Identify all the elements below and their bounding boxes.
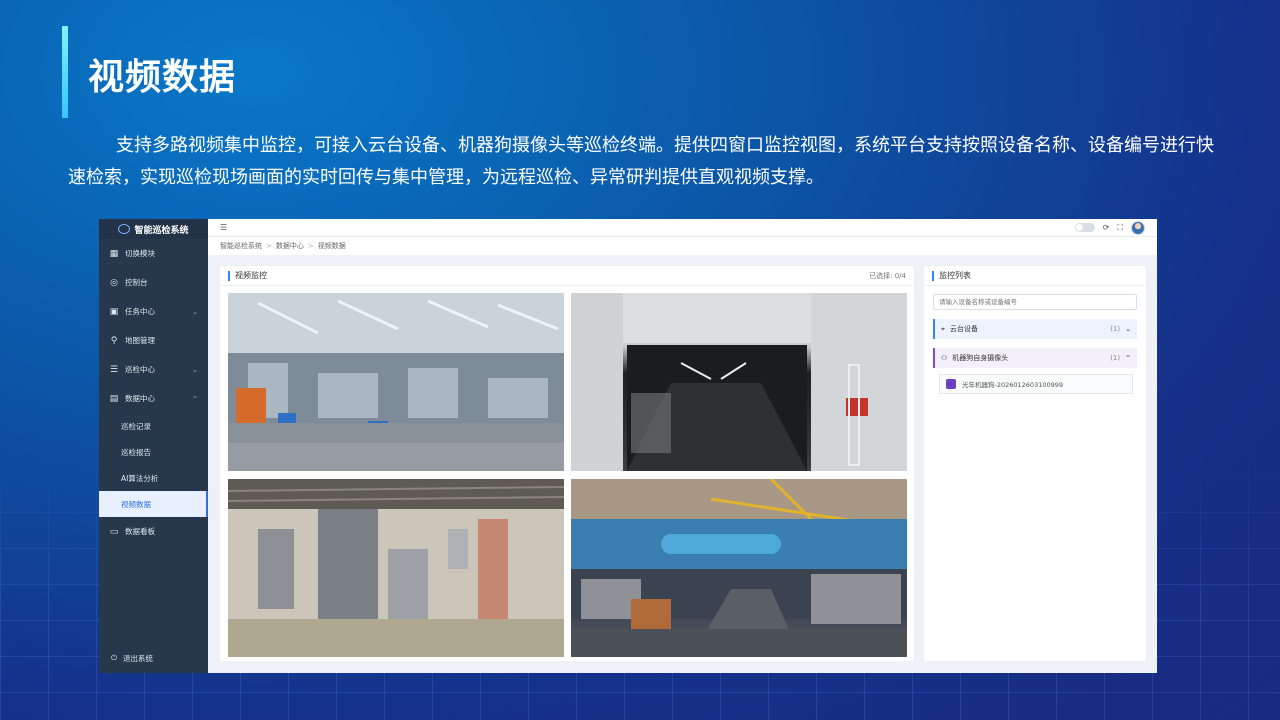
sidebar-item-inspection-center[interactable]: ☰ 巡检中心 ⌄ [99,355,208,384]
video-panel-header: 视频监控 已选择: 0/4 [220,266,914,286]
group-count: (1) [1110,325,1121,333]
brand: 智能巡检系统 [99,219,208,239]
chevron-up-icon: ⌃ [1125,354,1131,362]
map-pin-icon: ⚲ [110,335,118,346]
title-accent-bar [62,26,68,118]
sidebar-item-label: 数据中心 [125,394,155,403]
top-bar: ☰ ⟳ ⛶ [208,219,1157,237]
device-name: 光年机器狗-2026012603100999 [962,381,1064,389]
power-icon: ⏻ [111,653,117,662]
chevron-down-icon: ⌄ [1125,325,1131,333]
breadcrumb-item[interactable]: 智能巡检系统 [220,241,262,251]
theme-toggle[interactable] [1074,223,1095,232]
logout-label: 退出系统 [122,653,153,663]
chart-icon: ▤ [109,393,119,404]
chevron-down-icon: ⌄ [192,307,198,316]
video-monitor-panel: 视频监控 已选择: 0/4 [220,266,914,661]
sidebar-item-label: 巡检中心 [125,365,155,374]
sidebar-item-label: 控制台 [125,278,148,287]
sidebar-item-console[interactable]: ◎ 控制台 [99,268,208,297]
sidebar-sub-inspection-records[interactable]: 巡检记录 [99,413,208,439]
sidebar-item-label: 切换模块 [125,249,155,258]
breadcrumb-item[interactable]: 数据中心 [276,241,304,251]
sidebar-sub-video-data[interactable]: 视频数据 [99,491,208,517]
calendar-icon: ▣ [109,306,119,317]
video-panel-title: 视频监控 [235,271,267,280]
factory-floor-scene [228,293,564,471]
logout-button[interactable]: ⏻ 退出系统 [99,647,208,669]
group-count: (1) [1110,354,1121,362]
sidebar-item-map[interactable]: ⚲ 地图管理 [99,326,208,355]
sidebar-sub-ai-analysis[interactable]: AI算法分析 [99,465,208,491]
electrical-room-scene [228,479,564,657]
video-feed-factory-floor[interactable] [228,293,564,471]
device-search-input[interactable] [933,294,1137,310]
selected-count: 已选择: 0/4 [869,271,906,280]
device-item[interactable]: 光年机器狗-2026012603100999 [939,374,1133,394]
robot-dog-icon: ⚇ [941,354,948,362]
grid-icon: ▦ [109,248,119,259]
sidebar-sub-inspection-reports[interactable]: 巡检报告 [99,439,208,465]
group-label: 机器狗自身摄像头 [952,354,1009,362]
list-icon: ☰ [109,364,119,375]
dashboard-icon: ◎ [110,277,118,288]
menu-toggle-icon[interactable]: ☰ [220,223,227,232]
fullscreen-icon[interactable]: ⛶ [1117,223,1123,233]
sidebar-item-label: 任务中心 [125,307,155,316]
monitor-panel-title: 监控列表 [939,271,971,280]
breadcrumb-item: 视频数据 [317,242,346,250]
app-window: 智能巡检系统 ▦ 切换模块 ◎ 控制台 ▣ 任务中心 ⌄ ⚲ 地图管理 ☰ 巡检… [99,219,1157,673]
video-feed-storage-tunnel[interactable] [571,293,907,471]
video-feed-workshop[interactable] [571,479,907,657]
page-title: 视频数据 [88,57,237,98]
sidebar-item-label: 数据看板 [125,527,155,536]
storage-tunnel-scene [571,293,907,471]
camera-icon: ⌖ [941,324,945,333]
workshop-scene [571,479,907,657]
avatar[interactable] [1131,220,1145,235]
breadcrumb: 智能巡检系统 > 数据中心 > 视频数据 [208,237,1157,255]
video-device-icon [946,379,956,389]
breadcrumb-separator: > [307,242,314,250]
sidebar-item-data-board[interactable]: ▭ 数据看板 [99,517,208,546]
sidebar-item-task-center[interactable]: ▣ 任务中心 ⌄ [99,297,208,326]
header-accent-bar [228,270,230,281]
sidebar-item-data-center[interactable]: ▤ 数据中心 ⌃ [99,384,208,413]
monitor-icon: ▭ [109,526,119,537]
video-grid [228,293,907,658]
monitor-list-panel: 监控列表 ⌖ 云台设备 (1) ⌄ ⚇ 机器狗自身摄像头 (1) ⌃ 光年机器狗… [924,266,1146,661]
sidebar-item-label: 地图管理 [125,336,155,345]
breadcrumb-separator: > [266,242,272,250]
chevron-up-icon: ⌃ [192,394,198,403]
sidebar-item-switch-module[interactable]: ▦ 切换模块 [99,239,208,268]
monitor-panel-header: 监控列表 [924,266,1146,286]
refresh-icon[interactable]: ⟳ [1103,223,1110,232]
video-feed-electrical-room[interactable] [228,479,564,657]
sidebar: 智能巡检系统 ▦ 切换模块 ◎ 控制台 ▣ 任务中心 ⌄ ⚲ 地图管理 ☰ 巡检… [99,219,208,673]
group-label: 云台设备 [949,325,978,333]
group-ptz-devices[interactable]: ⌖ 云台设备 (1) ⌄ [933,319,1137,339]
toolbar: ⟳ ⛶ [1074,220,1145,235]
brand-name: 智能巡检系统 [134,225,189,236]
chevron-down-icon: ⌄ [192,365,198,374]
robot-logo-icon [118,224,131,234]
group-robot-dog-cameras[interactable]: ⚇ 机器狗自身摄像头 (1) ⌃ [933,348,1137,368]
intro-paragraph: 支持多路视频集中监控，可接入云台设备、机器狗摄像头等巡检终端。提供四窗口监控视图… [68,135,1214,188]
header-accent-bar [932,270,934,281]
